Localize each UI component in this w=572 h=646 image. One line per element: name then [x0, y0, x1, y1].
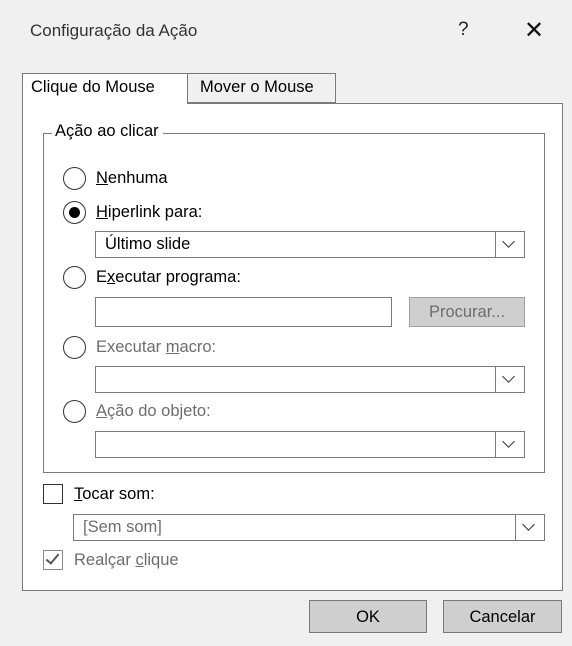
radio-none[interactable] — [63, 167, 86, 190]
radio-run-program[interactable] — [63, 266, 86, 289]
browse-button[interactable]: Procurar... — [409, 297, 525, 327]
cancel-button[interactable]: Cancelar — [443, 600, 562, 633]
object-action-select[interactable] — [95, 431, 525, 458]
play-sound-label[interactable]: Tocar som: — [74, 485, 155, 504]
tab-mouse-over[interactable]: Mover o Mouse — [188, 73, 336, 103]
macro-select[interactable] — [95, 366, 525, 393]
radio-hyperlink-label[interactable]: Hiperlink para: — [96, 203, 202, 222]
chevron-down-icon — [522, 518, 535, 531]
radio-run-program-label[interactable]: Executar programa: — [96, 268, 241, 287]
radio-hyperlink[interactable] — [63, 201, 86, 224]
sound-select-value: [Sem som] — [83, 518, 162, 536]
hyperlink-dropdown-button[interactable] — [495, 232, 524, 257]
chevron-down-icon — [502, 235, 515, 248]
action-group-legend: Ação ao clicar — [52, 122, 163, 141]
close-button[interactable]: ✕ — [524, 16, 544, 45]
chevron-down-icon — [502, 435, 515, 448]
tab-mouse-click[interactable]: Clique do Mouse — [22, 73, 188, 104]
hyperlink-select-value: Último slide — [105, 235, 191, 253]
radio-object-action[interactable] — [63, 400, 86, 423]
play-sound-checkbox[interactable] — [43, 484, 63, 504]
checkmark-icon — [45, 550, 60, 565]
help-button[interactable]: ? — [458, 19, 469, 41]
dialog-title: Configuração da Ação — [30, 21, 198, 40]
hyperlink-select[interactable]: Último slide — [95, 231, 525, 258]
radio-none-label[interactable]: Nenhuma — [96, 169, 168, 188]
radio-object-action-label[interactable]: Ação do objeto: — [96, 402, 211, 421]
radio-run-macro-label[interactable]: Executar macro: — [96, 338, 216, 357]
sound-select[interactable]: [Sem som] — [73, 514, 545, 541]
chevron-down-icon — [502, 370, 515, 383]
ok-button[interactable]: OK — [309, 600, 427, 633]
radio-run-macro[interactable] — [63, 336, 86, 359]
macro-dropdown-button[interactable] — [495, 367, 524, 392]
program-path-input[interactable] — [95, 297, 392, 327]
highlight-click-checkbox[interactable] — [43, 550, 63, 570]
sound-dropdown-button[interactable] — [515, 515, 544, 540]
highlight-click-label[interactable]: Realçar clique — [74, 551, 179, 570]
object-action-dropdown-button[interactable] — [495, 432, 524, 457]
